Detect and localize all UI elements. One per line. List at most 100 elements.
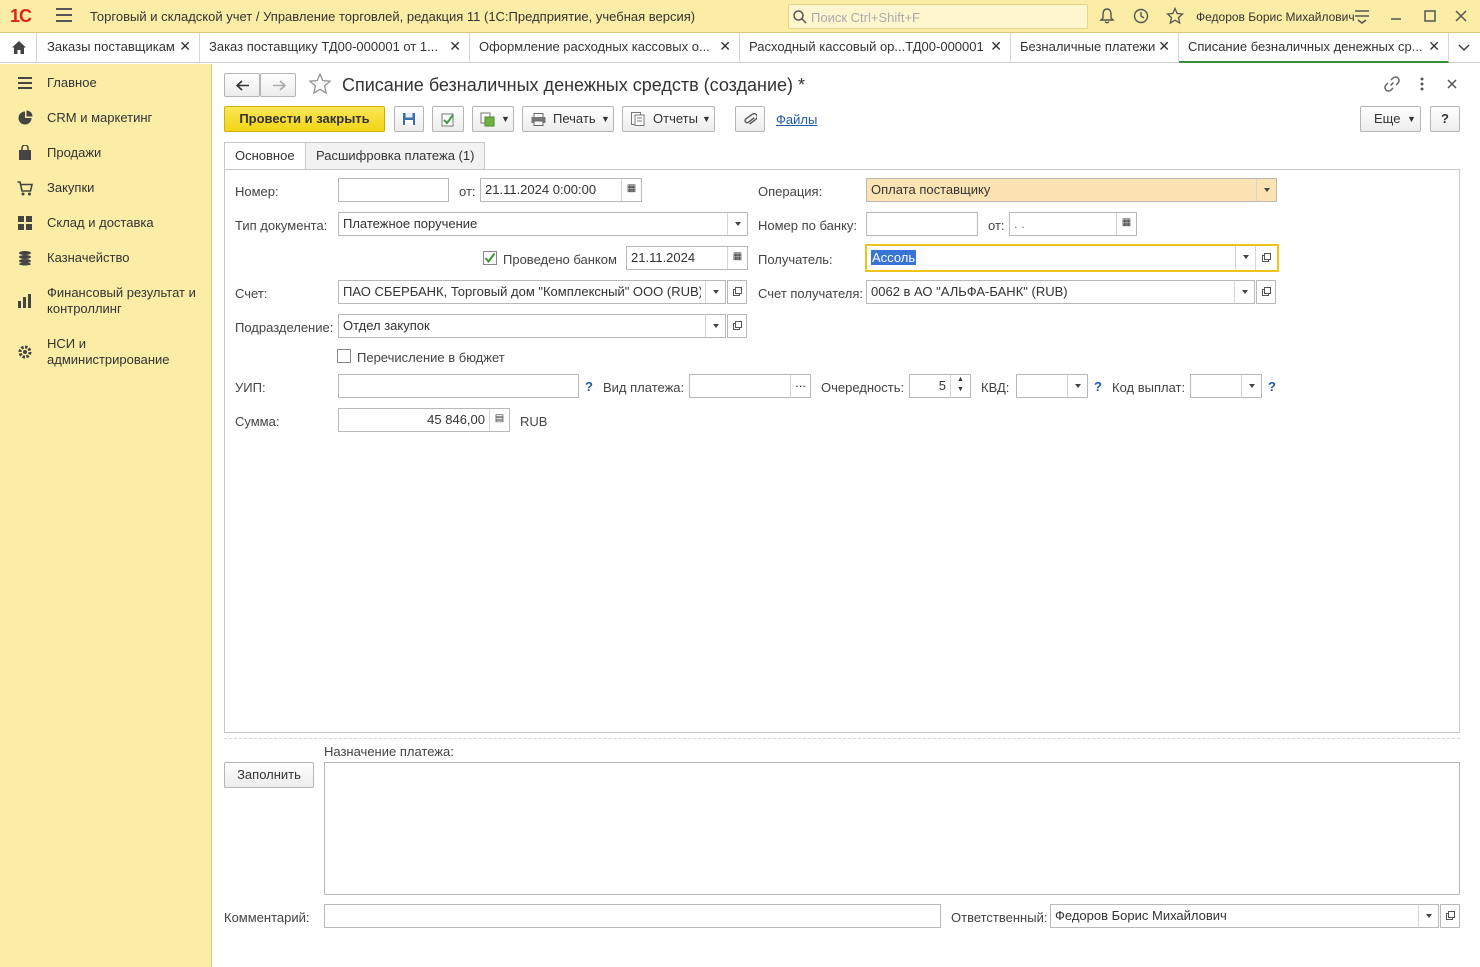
tab-main[interactable]: Основное: [224, 142, 306, 170]
sidebar-item-crm[interactable]: CRM и маркетинг: [0, 110, 212, 128]
open-account-button[interactable]: [727, 280, 747, 304]
chevron-down-icon[interactable]: [1241, 375, 1261, 397]
post-button[interactable]: [432, 106, 464, 132]
minimize-icon[interactable]: [1387, 7, 1405, 25]
select-ellipsis-icon[interactable]: ...: [790, 375, 810, 397]
posted-by-bank-date-field[interactable]: 21.11.2024 ▦: [626, 246, 748, 270]
sidebar-item-main[interactable]: Главное: [0, 75, 212, 93]
bell-icon[interactable]: [1098, 7, 1116, 25]
bar-chart-icon: [18, 294, 31, 308]
history-icon[interactable]: [1132, 7, 1150, 25]
number-field[interactable]: [338, 178, 449, 202]
calendar-icon[interactable]: ▦: [1116, 213, 1136, 235]
close-tab-icon[interactable]: ✕: [179, 38, 191, 55]
payout-code-select[interactable]: [1190, 374, 1262, 398]
priority-field[interactable]: 5 ▲ ▼: [909, 374, 971, 398]
star-icon[interactable]: [1166, 7, 1184, 25]
more-button[interactable]: Еще ▼: [1360, 106, 1421, 132]
attach-button[interactable]: [735, 106, 765, 132]
posted-by-bank-checkbox[interactable]: [483, 251, 497, 265]
help-button[interactable]: ?: [1430, 106, 1460, 132]
home-tab[interactable]: [0, 33, 37, 63]
sidebar-item-treasury[interactable]: Казначейство: [0, 250, 212, 268]
forward-button[interactable]: [260, 73, 296, 97]
back-button[interactable]: [224, 73, 260, 97]
date-value: 21.11.2024 0:00:00: [485, 182, 597, 197]
close-tab-icon[interactable]: ✕: [719, 38, 731, 55]
search-input[interactable]: Поиск Ctrl+Shift+F: [788, 4, 1088, 29]
sidebar-item-admin[interactable]: НСИ и администрирование: [0, 336, 212, 370]
doc-type-select[interactable]: Платежное поручение: [338, 212, 748, 236]
chevron-down-icon[interactable]: [705, 315, 725, 337]
tabs-dropdown-icon[interactable]: [1458, 44, 1470, 52]
uip-help-icon[interactable]: ?: [585, 379, 593, 394]
reports-button[interactable]: Отчеты ▼: [622, 106, 715, 132]
recipient-account-select[interactable]: 0062 в АО "АЛЬФА-БАНК" (RUB): [866, 280, 1255, 304]
main-menu-icon[interactable]: [56, 8, 72, 22]
open-division-button[interactable]: [727, 314, 747, 338]
division-select[interactable]: Отдел закупок: [338, 314, 726, 338]
kvd-select[interactable]: [1016, 374, 1088, 398]
recipient-select[interactable]: Ассоль: [865, 244, 1279, 272]
doc-type-value: Платежное поручение: [343, 216, 478, 231]
close-tab-icon[interactable]: ✕: [1158, 38, 1170, 55]
budget-transfer-checkbox[interactable]: [337, 349, 351, 363]
sidebar-item-finance[interactable]: Финансовый результат и контроллинг: [0, 285, 212, 319]
settings-lines-icon[interactable]: [1353, 7, 1371, 25]
bank-number-field[interactable]: [866, 212, 978, 236]
post-and-close-button[interactable]: Провести и закрыть: [224, 106, 385, 132]
comment-field[interactable]: [324, 904, 941, 928]
kvd-help-icon[interactable]: ?: [1094, 379, 1102, 394]
amount-label: Сумма:: [235, 414, 280, 429]
tab-cash-orders[interactable]: Оформление расходных кассовых о... ✕: [470, 33, 740, 63]
open-recipient-button[interactable]: [1255, 246, 1277, 270]
bank-date-field[interactable]: . . ▦: [1009, 212, 1137, 236]
stepper-icon[interactable]: ▲ ▼: [950, 375, 970, 397]
maximize-icon[interactable]: [1421, 7, 1439, 25]
amount-field[interactable]: 45 846,00 ▤: [338, 408, 510, 432]
close-tab-icon[interactable]: ✕: [1428, 38, 1440, 55]
calendar-icon[interactable]: ▦: [621, 179, 641, 201]
tab-cash-order[interactable]: Расходный кассовый ор...ТД00-000001 ✕: [740, 33, 1011, 63]
files-link[interactable]: Файлы: [776, 112, 817, 127]
close-window-icon[interactable]: [1452, 7, 1470, 25]
link-icon[interactable]: [1384, 76, 1400, 92]
date-field[interactable]: 21.11.2024 0:00:00 ▦: [480, 178, 642, 202]
chevron-down-icon[interactable]: [1234, 281, 1254, 303]
sidebar-item-warehouse[interactable]: Склад и доставка: [0, 215, 212, 233]
tab-payment-details[interactable]: Расшифровка платежа (1): [305, 142, 486, 169]
operation-select[interactable]: Оплата поставщику: [866, 178, 1277, 202]
close-tab-icon[interactable]: ✕: [449, 38, 461, 55]
favorite-star-icon[interactable]: [308, 72, 332, 96]
tab-noncash-payments[interactable]: Безналичные платежи ✕: [1011, 33, 1179, 63]
open-recipient-account-button[interactable]: [1256, 280, 1276, 304]
fill-button[interactable]: Заполнить: [224, 762, 314, 788]
calendar-icon[interactable]: ▦: [727, 247, 747, 269]
tab-supplier-orders[interactable]: Заказы поставщикам ✕: [38, 33, 200, 63]
purpose-textarea[interactable]: [324, 762, 1460, 895]
payout-code-help-icon[interactable]: ?: [1268, 379, 1276, 394]
tab-noncash-writeoff[interactable]: Списание безналичных денежных ср... ✕: [1179, 33, 1449, 63]
chevron-down-icon[interactable]: [1418, 905, 1438, 927]
close-tab-icon[interactable]: ✕: [990, 38, 1002, 55]
responsible-select[interactable]: Федоров Борис Михайлович: [1050, 904, 1439, 928]
payment-kind-field[interactable]: ...: [689, 374, 811, 398]
account-select[interactable]: ПАО СБЕРБАНК, Торговый дом "Комплексный"…: [338, 280, 726, 304]
calculator-icon[interactable]: ▤: [489, 409, 509, 431]
create-based-on-button[interactable]: ▼: [472, 106, 514, 132]
chevron-down-icon[interactable]: [727, 213, 747, 235]
user-name[interactable]: Федоров Борис Михайлович: [1196, 10, 1355, 24]
chevron-down-icon[interactable]: [705, 281, 725, 303]
close-document-icon[interactable]: [1446, 78, 1458, 90]
open-responsible-button[interactable]: [1440, 904, 1460, 928]
uip-field[interactable]: [338, 374, 579, 398]
print-button[interactable]: Печать ▼: [522, 106, 614, 132]
sidebar-item-sales[interactable]: Продажи: [0, 145, 212, 163]
sidebar-item-purchases[interactable]: Закупки: [0, 180, 212, 198]
chevron-down-icon[interactable]: [1067, 375, 1087, 397]
chevron-down-icon[interactable]: [1235, 246, 1255, 270]
save-button[interactable]: [394, 106, 424, 132]
chevron-down-icon[interactable]: [1256, 179, 1276, 201]
tab-supplier-order[interactable]: Заказ поставщику ТД00-000001 от 1... ✕: [200, 33, 470, 63]
more-vertical-icon[interactable]: [1418, 76, 1426, 92]
